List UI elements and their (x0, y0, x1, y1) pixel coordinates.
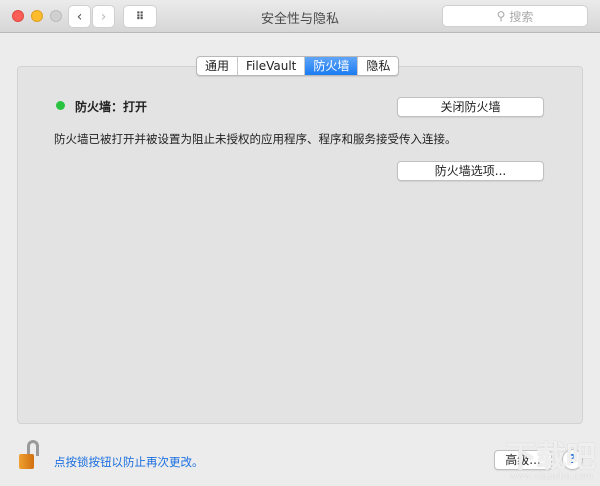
lock-hint-link[interactable]: 点按锁按钮以防止再次更改。 (54, 454, 204, 470)
tab-bar: 通用 FileVault 防火墙 隐私 (196, 56, 400, 76)
tab-general[interactable]: 通用 (197, 57, 239, 75)
search-input[interactable]: ⚲ 搜索 (443, 6, 587, 26)
tab-firewall[interactable]: 防火墙 (305, 57, 359, 75)
status-indicator (56, 101, 65, 110)
watermark-logo: 下载吧 www.xiazaiba.com (506, 443, 596, 482)
firewall-status: 防火墙：打开 (75, 100, 148, 114)
title-bar: ‹ › ⠿ 安全性与隐私 ⚲ 搜索 (0, 0, 600, 33)
watermark-text: 下载吧 (506, 440, 596, 475)
turn-off-firewall-button[interactable]: 关闭防火墙 (397, 97, 544, 117)
watermark-url: www.xiazaiba.com (509, 472, 593, 482)
content-panel (17, 66, 583, 424)
search-icon: ⚲ (496, 9, 506, 23)
search-placeholder: 搜索 (509, 9, 534, 24)
firewall-description: 防火墙已被打开并被设置为阻止未授权的应用程序、程序和服务接受传入连接。 (54, 132, 457, 146)
tab-privacy[interactable]: 隐私 (358, 57, 398, 75)
firewall-options-button[interactable]: 防火墙选项... (397, 161, 544, 181)
tab-filevault[interactable]: FileVault (238, 57, 306, 75)
lock-icon[interactable] (16, 440, 42, 470)
